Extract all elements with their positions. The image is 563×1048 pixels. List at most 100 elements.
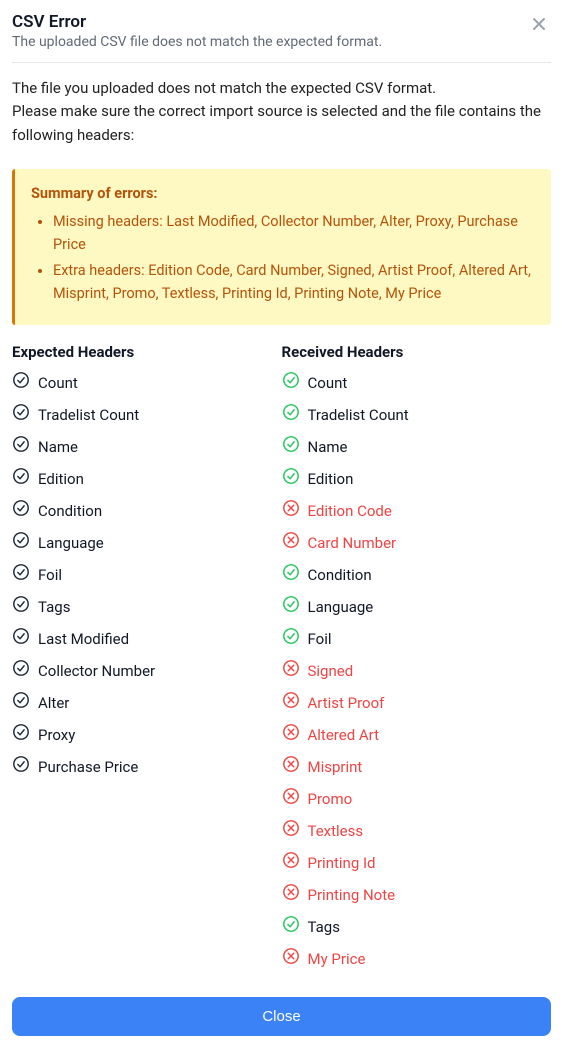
list-item-label: Last Modified — [38, 629, 129, 650]
list-item-label: Printing Id — [308, 853, 376, 874]
summary-item: Extra headers: Edition Code, Card Number… — [53, 260, 535, 305]
description-line: Please make sure the correct import sour… — [12, 102, 541, 143]
list-item-label: Condition — [38, 501, 102, 522]
list-item-label: Tags — [38, 597, 70, 618]
list-item: Altered Art — [282, 723, 552, 747]
list-item: Textless — [282, 819, 552, 843]
list-item-label: Signed — [308, 661, 354, 682]
list-item: Collector Number — [12, 659, 282, 683]
list-item-label: Name — [38, 437, 78, 458]
list-item-label: Purchase Price — [38, 757, 138, 778]
check-icon — [12, 755, 30, 779]
check-circle-icon — [282, 403, 300, 427]
list-item-label: Edition Code — [308, 501, 392, 522]
description-line: The file you uploaded does not match the… — [12, 79, 436, 97]
check-icon — [12, 691, 30, 715]
list-item-label: Misprint — [308, 757, 363, 778]
check-circle-icon — [282, 595, 300, 619]
list-item-label: Artist Proof — [308, 693, 385, 714]
check-icon — [12, 403, 30, 427]
x-circle-icon — [282, 691, 300, 715]
check-icon — [12, 659, 30, 683]
list-item: Name — [282, 435, 552, 459]
list-item-label: Language — [308, 597, 374, 618]
expected-column: Expected Headers Count Tradelist Count Nam… — [12, 343, 282, 979]
list-item: My Price — [282, 947, 552, 971]
x-circle-icon — [282, 755, 300, 779]
list-item: Signed — [282, 659, 552, 683]
list-item-label: Promo — [308, 789, 353, 810]
headers-columns: Expected Headers Count Tradelist Count Nam… — [12, 343, 551, 979]
check-icon — [12, 467, 30, 491]
list-item-label: Proxy — [38, 725, 75, 746]
list-item: Card Number — [282, 531, 552, 555]
list-item: Printing Id — [282, 851, 552, 875]
list-item-label: Foil — [308, 629, 332, 650]
list-item: Foil — [282, 627, 552, 651]
check-icon — [12, 435, 30, 459]
list-item: Name — [12, 435, 282, 459]
dialog-description: The file you uploaded does not match the… — [12, 77, 551, 147]
check-circle-icon — [282, 467, 300, 491]
summary-list: Missing headers: Last Modified, Collecto… — [31, 211, 535, 305]
list-item: Edition — [282, 467, 552, 491]
list-item-label: Foil — [38, 565, 62, 586]
list-item: Tags — [12, 595, 282, 619]
list-item-label: Alter — [38, 693, 69, 714]
list-item-label: Card Number — [308, 533, 397, 554]
error-summary: Summary of errors: Missing headers: Last… — [12, 169, 551, 325]
check-circle-icon — [282, 915, 300, 939]
list-item-label: Collector Number — [38, 661, 155, 682]
list-item-label: Count — [38, 373, 78, 394]
x-circle-icon — [282, 787, 300, 811]
x-circle-icon — [282, 883, 300, 907]
list-item-label: Altered Art — [308, 725, 380, 746]
list-item: Alter — [12, 691, 282, 715]
list-item: Last Modified — [12, 627, 282, 651]
x-circle-icon — [282, 659, 300, 683]
check-icon — [12, 499, 30, 523]
x-circle-icon — [282, 723, 300, 747]
close-icon[interactable] — [529, 14, 549, 34]
list-item: Tradelist Count — [12, 403, 282, 427]
check-icon — [12, 723, 30, 747]
x-circle-icon — [282, 947, 300, 971]
list-item-label: My Price — [308, 949, 366, 970]
list-item: Purchase Price — [12, 755, 282, 779]
list-item-label: Tradelist Count — [308, 405, 409, 426]
list-item: Artist Proof — [282, 691, 552, 715]
summary-title: Summary of errors: — [31, 183, 535, 205]
list-item: Tradelist Count — [282, 403, 552, 427]
list-item: Condition — [12, 499, 282, 523]
close-button[interactable]: Close — [12, 997, 551, 1036]
dialog-title: CSV Error — [12, 12, 551, 32]
list-item: Tags — [282, 915, 552, 939]
list-item-label: Printing Note — [308, 885, 396, 906]
list-item-label: Edition — [308, 469, 354, 490]
check-circle-icon — [282, 371, 300, 395]
dialog-subtitle: The uploaded CSV file does not match the… — [12, 34, 551, 50]
column-title: Received Headers — [282, 343, 552, 361]
list-item: Proxy — [12, 723, 282, 747]
summary-item: Missing headers: Last Modified, Collecto… — [53, 211, 535, 256]
column-title: Expected Headers — [12, 343, 282, 361]
list-item: Language — [282, 595, 552, 619]
list-item-label: Language — [38, 533, 104, 554]
list-item: Count — [282, 371, 552, 395]
check-icon — [12, 595, 30, 619]
x-circle-icon — [282, 851, 300, 875]
x-circle-icon — [282, 531, 300, 555]
list-item-label: Edition — [38, 469, 84, 490]
list-item: Condition — [282, 563, 552, 587]
check-icon — [12, 563, 30, 587]
list-item-label: Textless — [308, 821, 364, 842]
list-item: Edition Code — [282, 499, 552, 523]
list-item: Edition — [12, 467, 282, 491]
x-circle-icon — [282, 819, 300, 843]
check-icon — [12, 371, 30, 395]
list-item: Printing Note — [282, 883, 552, 907]
dialog-header: CSV Error The uploaded CSV file does not… — [12, 12, 551, 63]
list-item: Misprint — [282, 755, 552, 779]
check-icon — [12, 627, 30, 651]
list-item-label: Tradelist Count — [38, 405, 139, 426]
